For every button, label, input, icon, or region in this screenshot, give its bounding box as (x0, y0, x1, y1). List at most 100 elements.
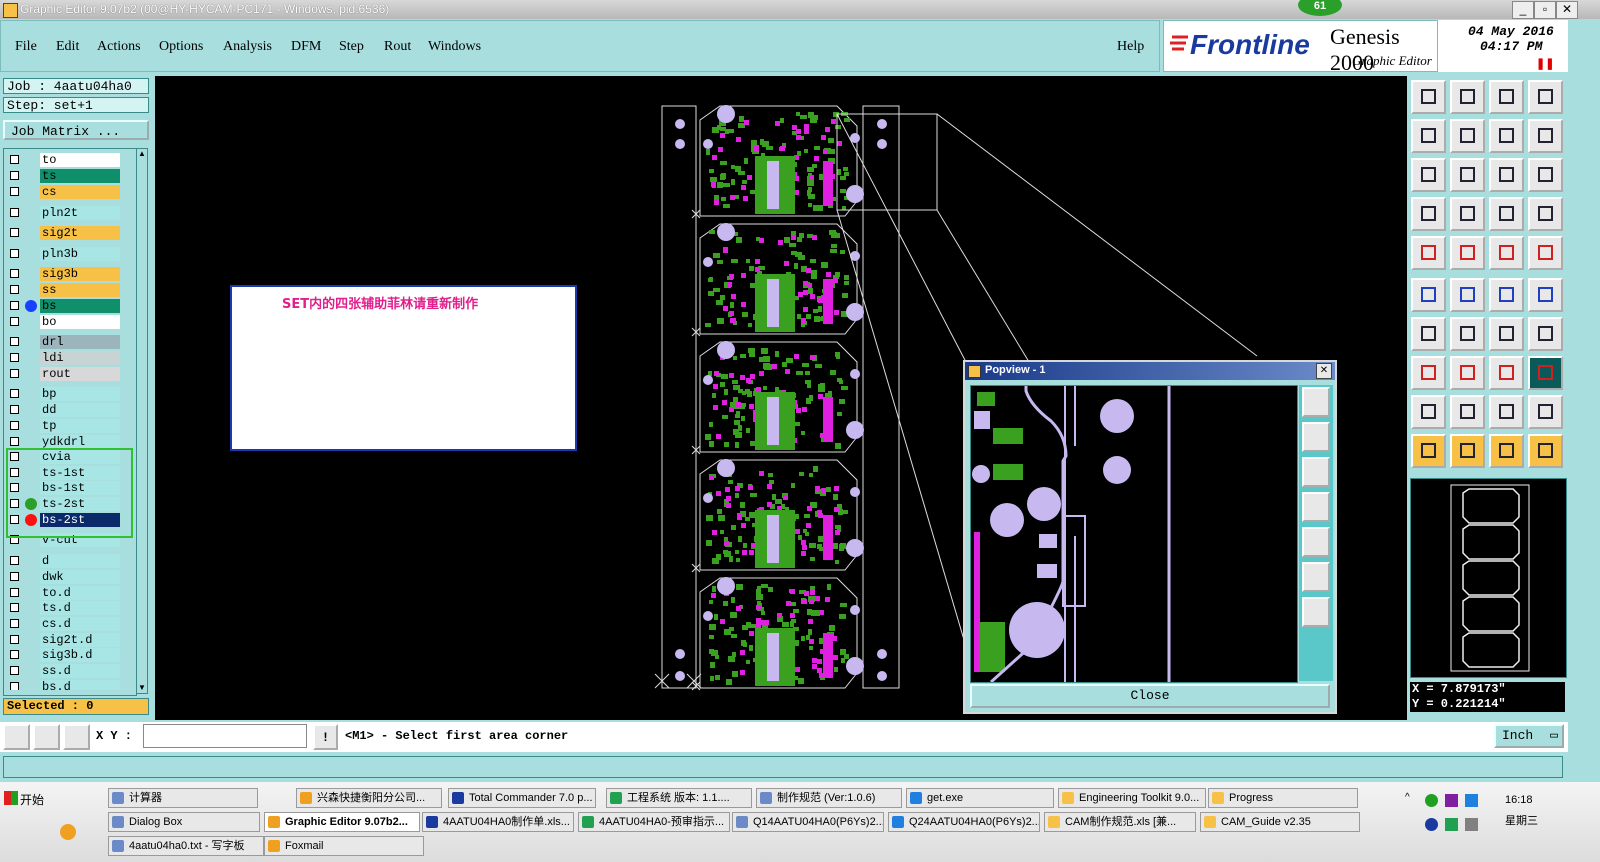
popview-view[interactable] (970, 385, 1298, 683)
alert-icon[interactable]: ! (313, 724, 338, 750)
shield-icon[interactable] (1445, 818, 1458, 831)
snap-alt-icon[interactable] (1528, 197, 1563, 231)
grid-snap-icon[interactable] (63, 724, 90, 750)
taskbar-button[interactable]: CAM_Guide v2.35 (1200, 812, 1360, 832)
layer-row[interactable]: sig3b.d (5, 648, 135, 662)
taskbar-button[interactable]: 4AATU04HA0制作单.xls... (422, 812, 574, 832)
pop-fit-icon[interactable] (1302, 562, 1330, 592)
popview-close-button[interactable]: Close (970, 684, 1330, 708)
taskbar-button[interactable]: 计算器 (108, 788, 258, 808)
ruler-icon[interactable] (1489, 236, 1524, 270)
fit-all-icon[interactable] (1411, 158, 1446, 192)
taskbar-button[interactable]: Q24AATU04HA0(P6Ys)2... (888, 812, 1040, 832)
fill-icon[interactable] (1528, 356, 1563, 390)
layer-row[interactable]: pln3b (5, 247, 135, 261)
layer-name[interactable]: drl (40, 335, 120, 349)
overview-map[interactable] (1410, 478, 1567, 678)
layer-row[interactable]: ldi (5, 351, 135, 365)
layer-checkbox[interactable] (10, 389, 19, 398)
route-icon[interactable] (1411, 278, 1446, 312)
scroll-down-arrow[interactable]: ▼ (137, 683, 147, 693)
layer-name[interactable]: sig3b.d (40, 648, 120, 662)
layer-row[interactable]: rout (5, 367, 135, 381)
layer-row[interactable]: sig3b (5, 267, 135, 281)
layer-row[interactable]: pln2t (5, 206, 135, 220)
layer-name[interactable]: to (40, 153, 120, 167)
pop-zoom-in-icon[interactable] (1302, 422, 1330, 452)
pop-center-icon[interactable] (1302, 597, 1330, 627)
taskbar-button[interactable]: 4AATU04HA0-预审指示... (578, 812, 730, 832)
taskbar-button[interactable]: CAM制作规范.xls [兼... (1044, 812, 1196, 832)
layer-checkbox[interactable] (10, 269, 19, 278)
layer-checkbox[interactable] (10, 588, 19, 597)
slash-icon[interactable] (1450, 317, 1485, 351)
layer-checkbox[interactable] (10, 301, 19, 310)
layer-name[interactable]: ts (40, 169, 120, 183)
quicklaunch-icon[interactable] (60, 824, 76, 840)
xy-input[interactable] (143, 724, 307, 748)
layer-name[interactable]: bp (40, 387, 120, 401)
polygon-icon[interactable] (1411, 395, 1446, 429)
layer-row[interactable]: tp (5, 419, 135, 433)
layer-affected-dot[interactable] (25, 300, 37, 312)
pad-icon[interactable] (1489, 395, 1524, 429)
layer-checkbox[interactable] (10, 650, 19, 659)
select-polygon-icon[interactable] (1489, 434, 1524, 468)
tray-icon-2[interactable] (1445, 794, 1458, 807)
layer-checkbox[interactable] (10, 603, 19, 612)
taskbar-button[interactable]: Dialog Box (108, 812, 260, 832)
taskbar-button[interactable]: Total Commander 7.0 p... (448, 788, 596, 808)
layer-checkbox[interactable] (10, 682, 19, 690)
layer-checkbox[interactable] (10, 155, 19, 164)
menu-actions[interactable]: Actions (97, 39, 141, 55)
mirror-icon[interactable] (1528, 317, 1563, 351)
center-icon[interactable] (1450, 158, 1485, 192)
delete-icon[interactable] (1450, 278, 1485, 312)
menu-rout[interactable]: Rout (384, 39, 411, 55)
select-icon[interactable] (1411, 434, 1446, 468)
layer-checkbox[interactable] (10, 635, 19, 644)
menu-options[interactable]: Options (159, 39, 203, 55)
select-net-icon[interactable] (1528, 434, 1563, 468)
menu-help[interactable]: Help (1117, 39, 1144, 55)
layer-checkbox[interactable] (10, 228, 19, 237)
taskbar-button[interactable]: Q14AATU04HA0(P6Ys)2... (732, 812, 884, 832)
layer-checkbox[interactable] (10, 405, 19, 414)
close-window-button[interactable]: ✕ (1556, 1, 1578, 19)
menu-edit[interactable]: Edit (56, 39, 79, 55)
job-matrix-button[interactable]: Job Matrix ... (3, 120, 149, 140)
layer-row[interactable]: ydkdrl (5, 435, 135, 449)
layer-checkbox[interactable] (10, 317, 19, 326)
taskbar-button[interactable]: Progress (1208, 788, 1358, 808)
layer-name[interactable]: ldi (40, 351, 120, 365)
layer-name[interactable]: bs.d (40, 680, 120, 690)
taskbar-button[interactable]: 4aatu04ha0.txt - 写字板 (108, 836, 264, 856)
tray-chevron-icon[interactable]: ^ (1405, 792, 1410, 803)
layer-checkbox[interactable] (10, 421, 19, 430)
taskbar-button[interactable]: 制作规范 (Ver:1.0.6) (756, 788, 902, 808)
layer-name[interactable]: d (40, 554, 120, 568)
layer-row[interactable]: cs.d (5, 617, 135, 631)
taskbar-button[interactable]: get.exe (906, 788, 1054, 808)
layer-row[interactable]: bp (5, 387, 135, 401)
maximize-button[interactable]: ▫ (1534, 1, 1556, 19)
layer-name[interactable]: bs (40, 299, 120, 313)
taskbar-button[interactable]: Foxmail (264, 836, 424, 856)
rotate-icon[interactable] (1411, 236, 1446, 270)
layer-checkbox[interactable] (10, 437, 19, 446)
scroll-up-arrow[interactable]: ▲ (137, 149, 147, 159)
minimize-button[interactable]: _ (1512, 1, 1534, 19)
layer-name[interactable]: pln3b (40, 247, 120, 261)
units-select[interactable]: Inch ▭ (1494, 724, 1564, 748)
pop-pan-left-icon[interactable] (1302, 492, 1330, 522)
layer-row[interactable]: ss (5, 283, 135, 297)
layer-checkbox[interactable] (10, 171, 19, 180)
arc-icon[interactable] (1528, 278, 1563, 312)
redo-view-icon[interactable] (1528, 119, 1563, 153)
pan-left-icon[interactable] (1411, 119, 1446, 153)
triangle-icon[interactable] (1450, 395, 1485, 429)
tray-icon-3[interactable] (1465, 794, 1478, 807)
tools-icon[interactable] (1411, 197, 1446, 231)
layer-name[interactable]: dwk (40, 570, 120, 584)
taskbar-button[interactable]: 兴森快捷衡阳分公司... (296, 788, 442, 808)
